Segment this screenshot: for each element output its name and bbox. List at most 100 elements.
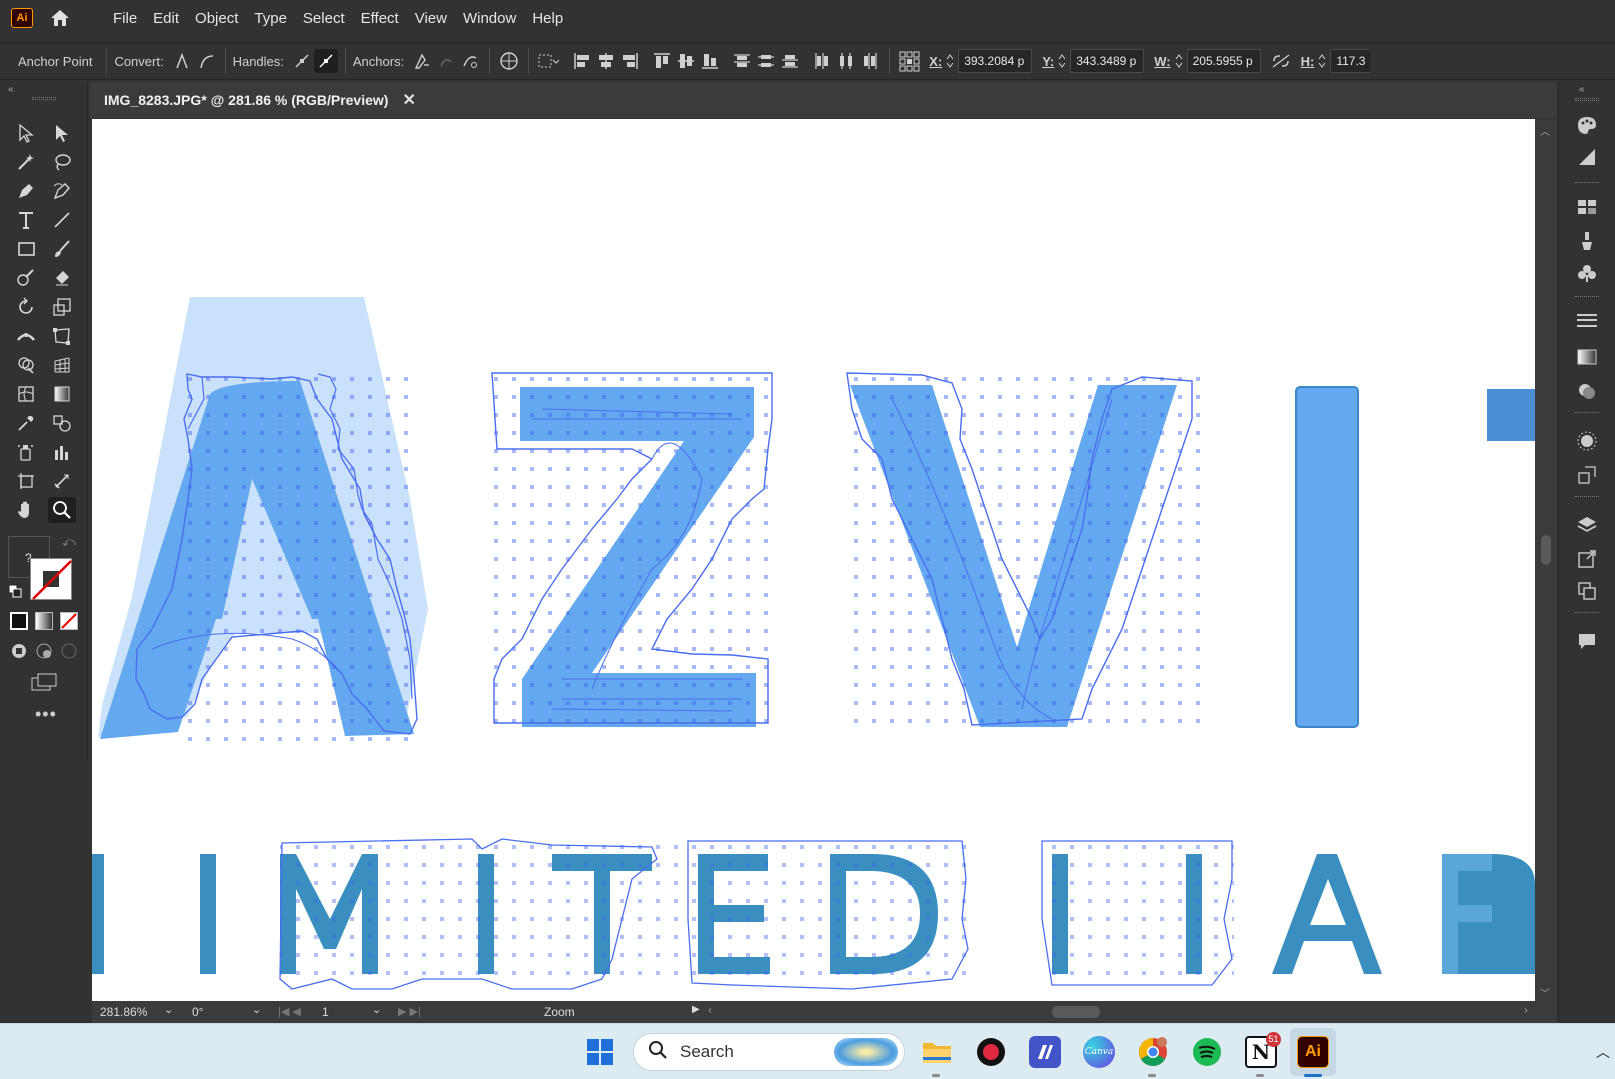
free-transform-tool-icon[interactable] <box>48 323 76 349</box>
swatches-panel-icon[interactable] <box>1573 194 1601 220</box>
convert-smooth-icon[interactable] <box>194 49 218 73</box>
distribute-top-icon[interactable] <box>730 49 754 73</box>
gradient-mode-icon[interactable] <box>35 612 53 630</box>
draw-behind-icon[interactable] <box>35 642 53 660</box>
gradient-panel-icon[interactable] <box>1573 344 1601 370</box>
taskbar-search[interactable]: Search <box>633 1033 905 1071</box>
letter-v[interactable] <box>844 372 1200 727</box>
menu-object[interactable]: Object <box>187 10 246 27</box>
linear-app-icon[interactable] <box>1029 1036 1061 1068</box>
column-graph-tool-icon[interactable] <box>48 439 76 465</box>
scroll-right-icon[interactable]: › <box>1524 1003 1528 1017</box>
hand-tool-icon[interactable] <box>12 497 40 523</box>
bottom-text-row[interactable] <box>92 838 1535 990</box>
default-fill-stroke-icon[interactable] <box>8 584 22 598</box>
artboard-number[interactable]: 1 <box>322 1005 329 1019</box>
search-highlight-icon[interactable] <box>834 1038 898 1066</box>
connect-anchor-icon[interactable] <box>434 49 458 73</box>
hide-handles-icon[interactable] <box>313 49 338 73</box>
line-tool-icon[interactable] <box>48 207 76 233</box>
eraser-tool-icon[interactable] <box>48 265 76 291</box>
artboard-canvas[interactable] <box>92 119 1535 1001</box>
scroll-up-icon[interactable]: ︿ <box>1540 123 1550 138</box>
type-tool-icon[interactable] <box>12 207 40 233</box>
x-stepper-icon[interactable] <box>942 49 958 73</box>
stroke-panel-icon[interactable] <box>1573 308 1601 334</box>
pen-tool-icon[interactable] <box>12 178 40 204</box>
tray-overflow-icon[interactable]: ︿ <box>1596 1042 1610 1062</box>
document-tab[interactable]: IMG_8283.JPG* @ 281.86 % (RGB/Preview) ✕ <box>90 82 420 118</box>
symbols-panel-icon[interactable] <box>1573 260 1601 286</box>
distribute-right-icon[interactable] <box>858 49 882 73</box>
windows-start-icon[interactable] <box>584 1036 616 1068</box>
align-center-icon[interactable] <box>594 49 618 73</box>
menu-effect[interactable]: Effect <box>353 10 407 27</box>
eyedropper-tool-icon[interactable] <box>12 410 40 436</box>
remove-anchor-icon[interactable] <box>410 49 434 73</box>
spotify-icon[interactable] <box>1191 1036 1223 1068</box>
brushes-panel-icon[interactable] <box>1573 228 1601 254</box>
record-app-icon[interactable] <box>975 1036 1007 1068</box>
slice-tool-icon[interactable] <box>48 468 76 494</box>
close-tab-icon[interactable]: ✕ <box>402 90 415 110</box>
align-left-icon[interactable] <box>570 49 594 73</box>
file-explorer-icon[interactable] <box>921 1036 953 1068</box>
zoom-dropdown-icon[interactable]: ⌄ <box>164 1003 173 1016</box>
artboard-dropdown-icon[interactable]: ⌄ <box>372 1003 381 1016</box>
h-input[interactable]: 117.3 <box>1330 49 1371 73</box>
none-mode-icon[interactable] <box>60 612 78 630</box>
status-menu-icon[interactable]: ▶ <box>692 1004 700 1015</box>
appearance-panel-icon[interactable] <box>1573 428 1601 454</box>
menu-window[interactable]: Window <box>455 10 524 27</box>
align-bottom-icon[interactable] <box>698 49 722 73</box>
distribute-vcenter-icon[interactable] <box>754 49 778 73</box>
width-tool-icon[interactable] <box>12 323 40 349</box>
letter-z[interactable] <box>491 372 774 727</box>
constrain-proportions-icon[interactable] <box>1269 49 1293 73</box>
y-input[interactable]: 343.3489 p <box>1070 49 1145 73</box>
color-guide-icon[interactable] <box>1573 144 1601 170</box>
vertical-scrollbar[interactable]: ︿ ﹀ <box>1535 119 1557 1001</box>
align-selection-icon[interactable] <box>536 49 560 73</box>
more-tools-icon[interactable]: ••• <box>35 704 57 725</box>
distribute-bottom-icon[interactable] <box>778 49 802 73</box>
letter-i[interactable] <box>1295 386 1535 728</box>
convert-corner-icon[interactable] <box>170 49 194 73</box>
selection-tool-icon[interactable] <box>12 120 40 146</box>
draw-normal-icon[interactable] <box>10 642 28 660</box>
artboard-tool-icon[interactable] <box>12 468 40 494</box>
align-middle-icon[interactable] <box>674 49 698 73</box>
blend-tool-icon[interactable] <box>48 410 76 436</box>
color-panel-icon[interactable] <box>1573 112 1601 138</box>
align-top-icon[interactable] <box>650 49 674 73</box>
w-stepper-icon[interactable] <box>1171 49 1187 73</box>
menu-type[interactable]: Type <box>246 10 295 27</box>
export-panel-icon[interactable] <box>1573 546 1601 572</box>
gradient-tool-icon[interactable] <box>48 381 76 407</box>
chrome-icon[interactable] <box>1137 1036 1169 1068</box>
perspective-grid-tool-icon[interactable] <box>48 352 76 378</box>
first-artboard-icon[interactable]: |◀ ◀ <box>278 1005 301 1018</box>
artwork[interactable] <box>92 119 1535 1001</box>
paintbrush-tool-icon[interactable] <box>48 236 76 262</box>
transparency-panel-icon[interactable] <box>1573 378 1601 404</box>
home-icon[interactable] <box>47 5 73 31</box>
cut-path-icon[interactable] <box>458 49 482 73</box>
illustrator-logo[interactable]: Ai <box>11 8 33 28</box>
rectangle-tool-icon[interactable] <box>12 236 40 262</box>
symbol-sprayer-tool-icon[interactable] <box>12 439 40 465</box>
x-input[interactable]: 393.2084 p <box>958 49 1033 73</box>
distribute-hcenter-icon[interactable] <box>834 49 858 73</box>
screen-mode-icon[interactable] <box>30 672 58 692</box>
rotate-tool-icon[interactable] <box>12 294 40 320</box>
layers-panel-icon[interactable] <box>1573 512 1601 538</box>
magic-wand-tool-icon[interactable] <box>12 149 40 175</box>
zoom-tool-icon[interactable] <box>48 497 76 523</box>
y-stepper-icon[interactable] <box>1054 49 1070 73</box>
menu-select[interactable]: Select <box>295 10 353 27</box>
h-stepper-icon[interactable] <box>1314 49 1330 73</box>
shape-builder-tool-icon[interactable] <box>12 352 40 378</box>
scale-tool-icon[interactable] <box>48 294 76 320</box>
menu-edit[interactable]: Edit <box>145 10 187 27</box>
transform-panel-icon[interactable] <box>1573 462 1601 488</box>
